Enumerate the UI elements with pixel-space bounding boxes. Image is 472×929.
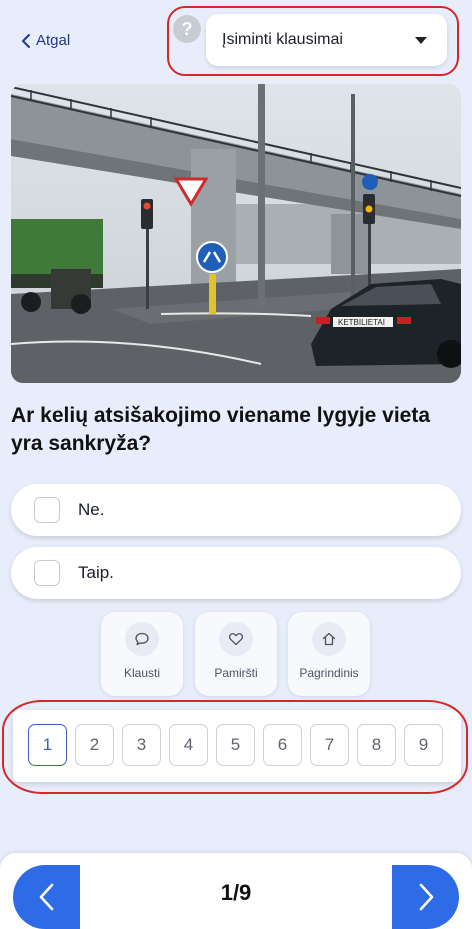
previous-question-button[interactable]	[13, 865, 80, 929]
page-button-2[interactable]: 2	[75, 724, 114, 766]
page-button-8[interactable]: 8	[357, 724, 396, 766]
answer-checkbox[interactable]	[34, 560, 60, 586]
answer-option-no[interactable]: Ne.	[11, 484, 461, 536]
ask-button[interactable]: Klausti	[101, 612, 183, 696]
next-question-button[interactable]	[392, 865, 459, 929]
dropdown-value: Įsiminti klausimai	[222, 31, 343, 48]
back-button[interactable]: Atgal	[20, 32, 70, 49]
page-button-5[interactable]: 5	[216, 724, 255, 766]
chevron-left-icon	[22, 33, 30, 48]
license-plate-text: KETBILIETAI	[338, 318, 385, 327]
page-button-9[interactable]: 9	[404, 724, 443, 766]
help-icon[interactable]: ?	[173, 15, 201, 43]
home-label: Pagrindinis	[299, 666, 359, 680]
answer-checkbox[interactable]	[34, 497, 60, 523]
back-label: Atgal	[36, 32, 71, 49]
chevron-right-icon	[419, 883, 433, 911]
page-button-3[interactable]: 3	[122, 724, 161, 766]
answer-label: Ne.	[78, 500, 105, 519]
heart-icon	[219, 622, 253, 656]
page-button-7[interactable]: 7	[310, 724, 349, 766]
question-filter-dropdown[interactable]: Įsiminti klausimai	[206, 14, 447, 66]
forget-button[interactable]: Pamiršti	[195, 612, 277, 696]
chat-bubble-icon	[125, 622, 159, 656]
forget-label: Pamiršti	[214, 666, 258, 680]
home-button[interactable]: Pagrindinis	[288, 612, 370, 696]
question-counter: 1/9	[220, 880, 252, 905]
question-text: Ar kelių atsišakojimo viename lygyje vie…	[11, 404, 431, 455]
page-button-6[interactable]: 6	[263, 724, 302, 766]
page-button-1[interactable]: 1	[28, 724, 67, 766]
answer-label: Taip.	[78, 563, 114, 582]
ask-label: Klausti	[123, 666, 161, 680]
home-icon	[312, 622, 346, 656]
page-button-4[interactable]: 4	[169, 724, 208, 766]
answer-option-yes[interactable]: Taip.	[11, 547, 461, 599]
question-image: KETBILIETAI	[11, 84, 461, 383]
caret-down-icon	[415, 36, 427, 44]
chevron-left-icon	[39, 883, 53, 911]
